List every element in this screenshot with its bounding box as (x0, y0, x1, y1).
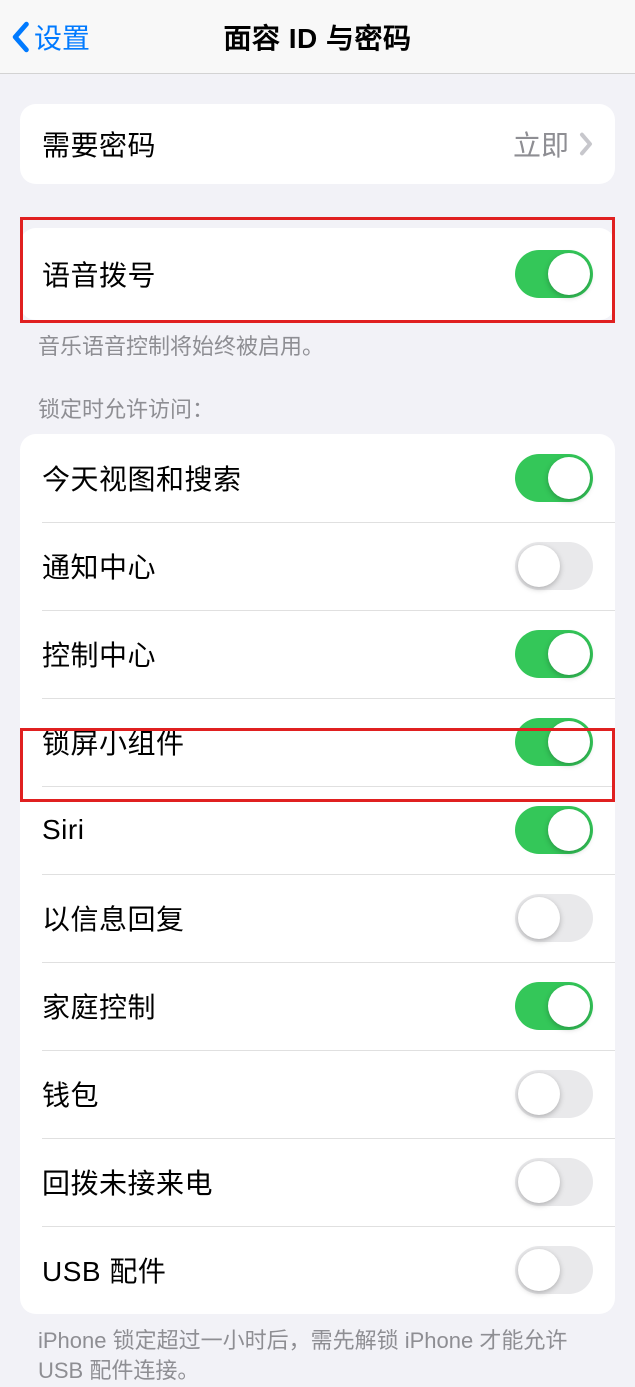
lock-access-toggle[interactable] (515, 806, 593, 854)
voice-dial-row: 语音拨号 (20, 228, 615, 320)
toggle-knob (518, 897, 560, 939)
row-right: 立即 (513, 124, 593, 164)
toggle-knob (548, 721, 590, 763)
toggle-knob (548, 457, 590, 499)
lock-access-toggle[interactable] (515, 630, 593, 678)
lock-access-row: 家庭控制 (20, 962, 615, 1050)
lock-access-toggle[interactable] (515, 718, 593, 766)
back-label: 设置 (34, 17, 90, 57)
lock-access-row: 锁屏小组件 (20, 698, 615, 786)
lock-access-row: 回拨未接来电 (20, 1138, 615, 1226)
page-title: 面容 ID 与密码 (223, 17, 411, 57)
chevron-right-icon (579, 132, 593, 156)
lock-access-row: 以信息回复 (20, 874, 615, 962)
toggle-knob (548, 253, 590, 295)
lock-access-label: 家庭控制 (42, 986, 156, 1026)
lock-access-label: 回拨未接来电 (42, 1162, 213, 1202)
voice-dial-footer: 音乐语音控制将始终被启用。 (0, 320, 635, 363)
toggle-knob (518, 1073, 560, 1115)
lock-access-label: 控制中心 (42, 634, 156, 674)
lock-access-label: 通知中心 (42, 546, 156, 586)
content: 需要密码 立即 语音拨号 音乐语音控制将始终被启用。 锁定时允许访问： 今天视图… (0, 104, 635, 1387)
lock-access-label: 锁屏小组件 (42, 722, 185, 762)
lock-access-row: Siri (20, 786, 615, 874)
lock-access-label: 以信息回复 (42, 898, 185, 938)
lock-access-row: 通知中心 (20, 522, 615, 610)
require-passcode-value: 立即 (513, 124, 569, 164)
lock-access-label: 钱包 (42, 1074, 99, 1114)
toggle-knob (548, 633, 590, 675)
require-passcode-label: 需要密码 (42, 124, 156, 164)
lock-access-row: 钱包 (20, 1050, 615, 1138)
require-passcode-group: 需要密码 立即 (20, 104, 615, 184)
toggle-knob (518, 545, 560, 587)
toggle-knob (548, 809, 590, 851)
lock-access-label: 今天视图和搜索 (42, 458, 242, 498)
lock-access-row: 控制中心 (20, 610, 615, 698)
require-passcode-row[interactable]: 需要密码 立即 (20, 104, 615, 184)
lock-access-row: 今天视图和搜索 (20, 434, 615, 522)
toggle-knob (518, 1161, 560, 1203)
lock-access-group: 今天视图和搜索通知中心控制中心锁屏小组件 Siri 以信息回复家庭控制钱包回拨未接来… (20, 434, 615, 1314)
lock-access-toggle[interactable] (515, 1158, 593, 1206)
lock-access-toggle[interactable] (515, 542, 593, 590)
toggle-knob (518, 1249, 560, 1291)
lock-access-toggle[interactable] (515, 894, 593, 942)
lock-access-footer: iPhone 锁定超过一小时后，需先解锁 iPhone 才能允许 USB 配件连… (0, 1314, 635, 1387)
lock-access-label: USB 配件 (42, 1250, 166, 1290)
voice-dial-label: 语音拨号 (42, 254, 156, 294)
voice-dial-group: 语音拨号 (20, 228, 615, 320)
lock-access-toggle[interactable] (515, 982, 593, 1030)
voice-dial-toggle[interactable] (515, 250, 593, 298)
lock-access-row: USB 配件 (20, 1226, 615, 1314)
lock-access-header: 锁定时允许访问： (0, 395, 635, 434)
lock-access-toggle[interactable] (515, 454, 593, 502)
chevron-left-icon (10, 21, 30, 53)
lock-access-toggle[interactable] (515, 1070, 593, 1118)
toggle-knob (548, 985, 590, 1027)
nav-bar: 设置 面容 ID 与密码 (0, 0, 635, 74)
lock-access-label: Siri (42, 814, 84, 846)
back-button[interactable]: 设置 (10, 17, 90, 57)
